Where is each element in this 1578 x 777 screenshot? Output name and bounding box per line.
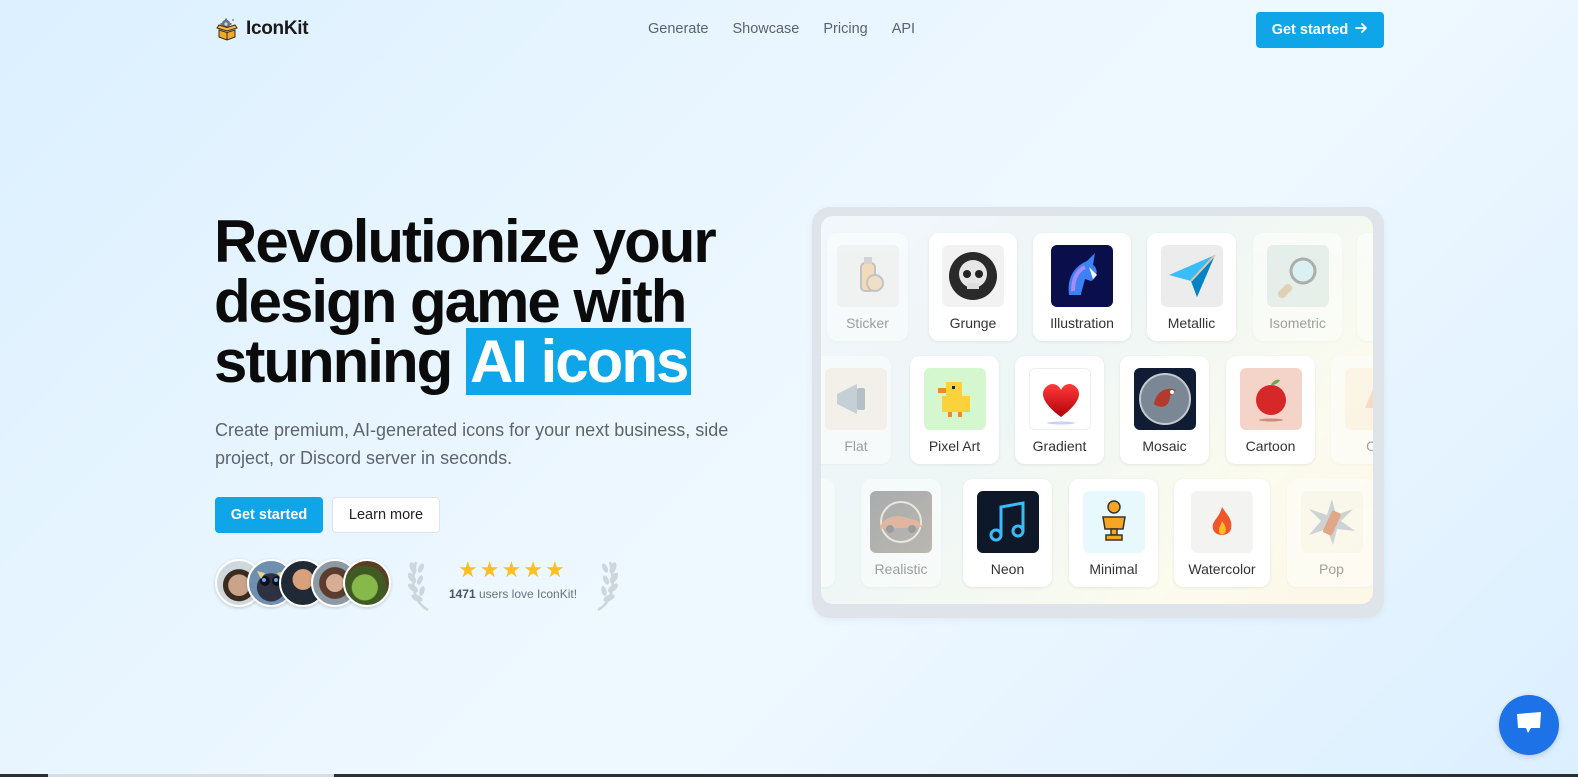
origami-icon xyxy=(1344,368,1373,430)
skull-icon xyxy=(942,245,1004,307)
style-card-neon[interactable]: Neon xyxy=(963,479,1052,587)
style-label: Isometric xyxy=(1269,315,1326,331)
style-card-cartoon[interactable]: Cartoon xyxy=(1226,356,1315,464)
style-card-gradient[interactable]: Gradient xyxy=(1015,356,1104,464)
flame-icon xyxy=(1191,491,1253,553)
style-card-clipped[interactable] xyxy=(821,479,835,587)
style-card-grunge[interactable]: Grunge xyxy=(929,233,1017,341)
apple-icon xyxy=(1239,368,1302,430)
chat-widget-button[interactable] xyxy=(1499,695,1559,755)
nav-link-pricing[interactable]: Pricing xyxy=(823,21,867,37)
rating-caption: users love IconKit! xyxy=(479,587,578,601)
icon-style-showcase: Sticker Grunge Illustration Metallic Iso… xyxy=(812,207,1384,618)
style-label: Metallic xyxy=(1167,315,1216,331)
brand-name: IconKit xyxy=(246,18,309,39)
style-label: Watercolor xyxy=(1188,561,1256,577)
style-label: Pop xyxy=(1319,561,1344,577)
style-label: Ori xyxy=(1366,438,1373,454)
style-label: Pixel Art xyxy=(928,438,981,454)
hero-title-highlight: AI icons xyxy=(465,328,692,395)
style-label: Grunge xyxy=(949,315,997,331)
style-card-minimal[interactable]: Minimal xyxy=(1069,479,1158,587)
frog-avatar xyxy=(343,559,391,607)
star-icon: ★ xyxy=(479,557,500,582)
megaphone-icon xyxy=(825,368,887,430)
nav-link-generate[interactable]: Generate xyxy=(648,21,708,37)
style-card-flat[interactable]: Flat xyxy=(821,356,891,464)
showcase-carousel: Sticker Grunge Illustration Metallic Iso… xyxy=(821,216,1373,604)
nav-link-showcase[interactable]: Showcase xyxy=(732,21,799,37)
laurel-right-icon xyxy=(597,561,618,612)
star-rating: ★ ★ ★ ★ ★ xyxy=(458,559,565,581)
gear-box-icon xyxy=(215,17,239,41)
style-card-origami[interactable]: Ori xyxy=(1331,356,1373,464)
lipstick-icon xyxy=(1300,491,1363,553)
heart-icon xyxy=(1028,368,1091,430)
paper-plane-icon xyxy=(1160,245,1223,307)
star-icon: ★ xyxy=(458,557,478,582)
trophy-icon xyxy=(1082,491,1145,553)
style-label: Sticker xyxy=(846,315,889,331)
style-card-watercolor[interactable]: Watercolor xyxy=(1174,479,1270,587)
nav-link-api[interactable]: API xyxy=(892,21,915,37)
style-label: Realistic xyxy=(874,561,928,577)
user-avatars xyxy=(215,559,391,607)
style-label: Mosaic xyxy=(1142,438,1187,454)
style-card-metallic[interactable]: Metallic xyxy=(1147,233,1236,341)
style-card-mosaic[interactable]: Mosaic xyxy=(1120,356,1209,464)
star-icon: ★ xyxy=(523,557,543,582)
car-icon xyxy=(870,491,932,553)
brand-logo[interactable]: IconKit xyxy=(215,17,309,41)
duck-icon xyxy=(923,368,986,430)
nav-links: Generate Showcase Pricing API xyxy=(648,21,915,37)
style-card-sticker[interactable]: Sticker xyxy=(827,233,908,341)
style-label: Minimal xyxy=(1089,561,1138,577)
style-card-realistic[interactable]: Realistic xyxy=(861,479,941,587)
unicorn-icon xyxy=(1051,245,1113,307)
rating-text: 1471 users love IconKit! xyxy=(438,587,588,601)
user-count: 1471 xyxy=(448,587,476,601)
style-label: Flat xyxy=(844,438,868,454)
music-note-icon xyxy=(976,491,1039,553)
laurel-left-icon xyxy=(408,561,429,612)
style-card-illustration[interactable]: Illustration xyxy=(1033,233,1131,341)
style-label: Neon xyxy=(990,561,1025,577)
bird-icon xyxy=(1133,368,1196,430)
hero-title-line-3: stunning xyxy=(214,328,453,395)
chat-bubble-icon xyxy=(1515,710,1543,741)
star-icon: ★ xyxy=(501,557,522,582)
style-label: Cartoon xyxy=(1245,438,1296,454)
top-navigation: IconKit Generate Showcase Pricing API Ge… xyxy=(0,0,1578,60)
spray-bottle-icon xyxy=(836,245,899,307)
rating-badge: ★ ★ ★ ★ ★ 1471 users love IconKit! xyxy=(408,556,618,612)
style-label: Illustration xyxy=(1050,315,1114,331)
style-card-pixel-art[interactable]: Pixel Art xyxy=(910,356,999,464)
style-card-pop[interactable]: Pop xyxy=(1287,479,1373,587)
hero-title: Revolutionize your design game with stun… xyxy=(214,212,774,395)
learn-more-button[interactable]: Learn more xyxy=(332,497,440,533)
style-card-isometric[interactable]: Isometric xyxy=(1253,233,1342,341)
get-started-button[interactable]: Get started xyxy=(215,497,323,533)
arrow-right-icon xyxy=(1354,21,1368,39)
nav-get-started-label: Get started xyxy=(1271,22,1349,38)
style-label: Gradient xyxy=(1032,438,1087,454)
magnifier-icon xyxy=(1266,245,1329,307)
hero-title-line-2: design game with xyxy=(214,268,687,335)
nav-get-started-button[interactable]: Get started xyxy=(1256,12,1384,48)
hero-title-line-1: Revolutionize your xyxy=(214,208,717,275)
style-card-clipped[interactable] xyxy=(1357,233,1373,341)
hero-subtitle: Create premium, AI-generated icons for y… xyxy=(215,420,729,468)
star-icon: ★ xyxy=(544,557,565,582)
